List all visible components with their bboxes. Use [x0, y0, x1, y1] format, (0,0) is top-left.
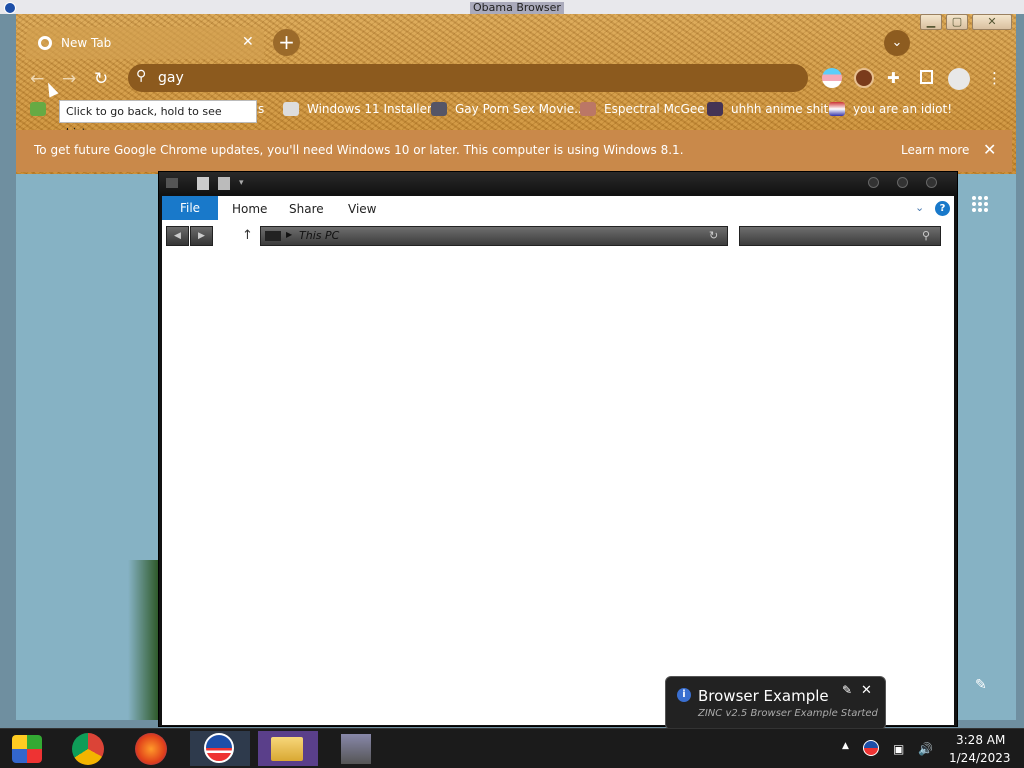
tab-label: New Tab	[61, 36, 112, 50]
bookmark-icon	[829, 102, 845, 116]
explorer-forward-button[interactable]: ▶	[190, 226, 213, 246]
outer-window-title: Obama Browser	[470, 2, 564, 14]
notification-settings-icon[interactable]: ✎	[842, 683, 852, 697]
start-logo-icon	[12, 735, 42, 763]
clock-time[interactable]: 3:28 AM	[956, 733, 1005, 747]
firefox-taskbar-icon[interactable]	[135, 733, 167, 765]
bookmark-icon	[580, 102, 596, 116]
clock-date[interactable]: 1/24/2023	[949, 751, 1011, 765]
bookmark-you-are-an-idiot[interactable]: you are an idiot!	[853, 102, 952, 116]
help-icon[interactable]: ?	[935, 201, 950, 216]
info-icon: i	[677, 688, 691, 702]
explorer-close-button[interactable]	[926, 177, 937, 188]
explorer-title-bar	[159, 172, 957, 194]
maximize-button[interactable]: ▢	[946, 14, 968, 30]
search-input[interactable]	[739, 226, 941, 246]
new-tab-button[interactable]: +	[273, 29, 300, 56]
omnibox[interactable]	[128, 64, 808, 92]
chrome-taskbar-icon[interactable]	[72, 733, 104, 765]
search-icon[interactable]: ⚲	[922, 229, 930, 242]
minimize-button[interactable]: ▁	[920, 14, 942, 30]
ribbon-tab-file[interactable]: File	[162, 196, 218, 220]
search-icon: ⚲	[136, 68, 147, 84]
close-button[interactable]: ✕	[972, 14, 1012, 30]
infobar-close-icon[interactable]: ✕	[983, 140, 996, 159]
ribbon-tab-view[interactable]: View	[348, 202, 376, 216]
omnibox-text[interactable]: gay	[158, 70, 184, 86]
extensions-puzzle-icon[interactable]: ✚	[887, 69, 900, 87]
notification-title: Browser Example	[698, 687, 829, 705]
explorer-minimize-button[interactable]	[868, 177, 879, 188]
tab-close-icon[interactable]: ✕	[242, 34, 254, 50]
bookmark-windows11-installer[interactable]: Windows 11 Installer	[307, 102, 432, 116]
profile-extension-icon[interactable]	[854, 68, 874, 88]
bookmark-icon	[707, 102, 723, 116]
chrome-favicon-icon	[38, 36, 52, 50]
bookmark-item[interactable]: s	[258, 102, 264, 116]
address-path[interactable]: This PC	[299, 229, 339, 242]
bookmark-icon	[30, 102, 46, 116]
tab-search-button[interactable]: ⌄	[884, 30, 910, 56]
side-panel-icon[interactable]	[920, 70, 933, 84]
refresh-icon[interactable]: ↻	[709, 229, 718, 242]
ribbon-expand-chevron-icon[interactable]: ⌄	[915, 201, 924, 214]
obama-tray-icon[interactable]	[863, 740, 879, 756]
explorer-maximize-button[interactable]	[897, 177, 908, 188]
profile-avatar[interactable]	[948, 68, 970, 90]
up-arrow-icon[interactable]: ↑	[242, 228, 253, 243]
this-pc-icon	[265, 231, 281, 241]
bookmark-anime[interactable]: uhhh anime shit	[731, 102, 828, 116]
explorer-app-icon	[166, 178, 178, 188]
new-folder-icon[interactable]	[218, 177, 230, 190]
obama-browser-taskbar-button[interactable]	[190, 731, 250, 766]
file-explorer-taskbar-button[interactable]	[258, 731, 318, 766]
infobar-message: To get future Google Chrome updates, you…	[34, 143, 684, 157]
ribbon-tab-home[interactable]: Home	[232, 202, 267, 216]
back-button-tooltip: Click to go back, hold to see history	[59, 100, 257, 139]
trans-flag-extension-icon[interactable]	[822, 68, 842, 88]
reload-icon[interactable]: ↻	[94, 69, 108, 89]
bookmark-icon	[431, 102, 447, 116]
quick-access-dropdown-icon[interactable]: ▾	[239, 178, 244, 188]
explorer-content-pane[interactable]	[162, 251, 954, 725]
taskbar-start-button[interactable]	[0, 731, 60, 766]
explorer-ribbon	[162, 196, 954, 221]
network-icon[interactable]: ▣	[893, 742, 904, 756]
explorer-back-button[interactable]: ◀	[166, 226, 189, 246]
learn-more-link[interactable]: Learn more	[901, 143, 969, 157]
forward-arrow-icon[interactable]: →	[62, 69, 76, 89]
breadcrumb-chevron-icon[interactable]: ▶	[286, 230, 292, 239]
volume-icon[interactable]: 🔊	[918, 742, 933, 756]
back-arrow-icon[interactable]: ←	[30, 69, 44, 89]
customize-pencil-icon[interactable]: ✎	[975, 677, 987, 693]
bookmark-icon	[283, 102, 299, 116]
desktop-tree-image	[128, 560, 158, 720]
installer-taskbar-icon[interactable]	[341, 734, 371, 764]
ribbon-tab-share[interactable]: Share	[289, 202, 324, 216]
tray-expand-icon[interactable]: ▲	[842, 741, 849, 751]
properties-icon[interactable]	[197, 177, 209, 190]
obama-logo-icon	[204, 733, 234, 763]
bookmark-item[interactable]: Gay Porn Sex Movie...	[455, 102, 586, 116]
bookmark-espectral-mcgee[interactable]: Espectral McGee	[604, 102, 705, 116]
apps-grid-icon[interactable]	[972, 196, 988, 212]
folder-icon	[271, 737, 303, 761]
notification-body: ZINC v2.5 Browser Example Started	[698, 708, 878, 719]
notification-close-icon[interactable]: ✕	[861, 683, 872, 698]
browser-app-icon	[4, 2, 16, 14]
menu-kebab-icon[interactable]: ⋮	[987, 69, 1002, 87]
